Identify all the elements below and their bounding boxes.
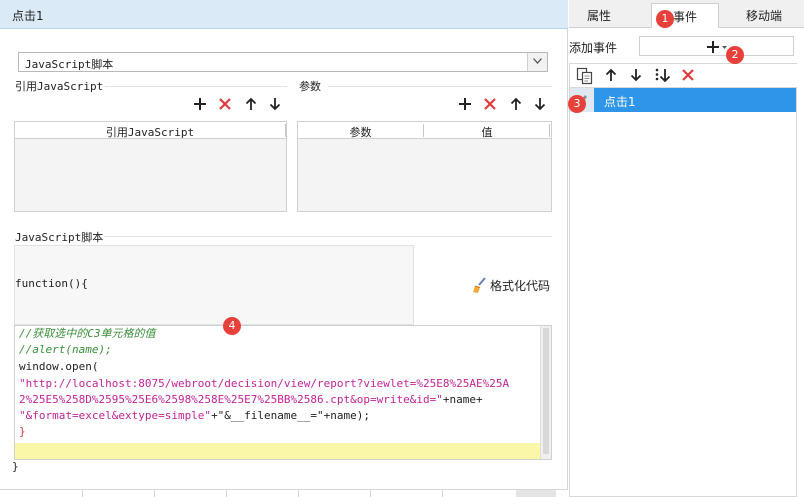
code-string: "&format=excel&extype=simple" (19, 409, 212, 422)
code-line: "&format=excel&extype=simple"+"&__filena… (19, 408, 370, 424)
script-type-select[interactable]: JavaScript脚本 (18, 52, 548, 72)
params-group-label: 参数 (299, 78, 325, 94)
move-down-icon[interactable] (628, 67, 646, 85)
strip-divider (226, 490, 227, 497)
code-editor[interactable]: //获取选中的C3单元格的值 //alert(name); window.ope… (14, 325, 552, 460)
callout-marker: 3 (568, 95, 586, 113)
callout-marker: 4 (223, 317, 241, 335)
param-value-column-header: 值 (481, 126, 493, 139)
ref-js-table[interactable]: 引用JavaScript (14, 121, 287, 212)
script-type-value: JavaScript脚本 (25, 58, 114, 71)
strip-divider (82, 490, 83, 497)
delete-icon[interactable] (217, 96, 235, 114)
strip-divider (298, 490, 299, 497)
delete-icon[interactable] (482, 96, 500, 114)
tab-mobile[interactable]: 移动端 (731, 3, 797, 28)
add-icon[interactable] (192, 96, 210, 114)
move-up-icon[interactable] (603, 67, 621, 85)
column-separator (549, 124, 550, 137)
code-text: +"&__filename__="+name); (211, 409, 371, 422)
param-name-column-header: 参数 (349, 126, 372, 139)
group-divider (105, 86, 287, 87)
add-icon[interactable] (457, 96, 475, 114)
format-code-label: 格式化代码 (490, 279, 551, 293)
code-text: +name+ (442, 393, 483, 406)
ref-js-table-header: 引用JavaScript (15, 122, 286, 139)
add-dropdown-icon (707, 41, 727, 53)
event-list[interactable]: 点击1 (569, 87, 797, 497)
strip-divider (442, 490, 443, 497)
add-event-button[interactable] (639, 36, 794, 56)
chevron-down-icon[interactable] (527, 53, 547, 71)
move-to-bottom-icon[interactable] (654, 67, 672, 85)
event-title: 点击1 (12, 9, 44, 23)
bottom-strip (0, 489, 568, 497)
strip-divider (370, 490, 371, 497)
right-panel: 属性 事件 移动端 添加事件 点击1 (569, 0, 804, 497)
move-up-icon[interactable] (243, 96, 261, 114)
strip-scroll-area[interactable] (516, 490, 556, 497)
params-table[interactable]: 参数 值 (297, 121, 552, 212)
code-editor-scrollbar[interactable] (540, 326, 551, 459)
ref-js-group-label: 引用JavaScript (15, 78, 108, 94)
function-footer: } (12, 460, 19, 473)
strip-divider (154, 490, 155, 497)
event-toolbar (569, 63, 797, 87)
delete-icon[interactable] (680, 67, 698, 85)
params-table-header: 参数 值 (298, 122, 551, 139)
scrollbar-thumb[interactable] (543, 328, 549, 454)
move-up-icon[interactable] (508, 96, 526, 114)
code-line: //获取选中的C3单元格的值 (19, 327, 156, 340)
right-panel-tabs: 属性 事件 移动端 (569, 0, 804, 28)
code-text: window.open( (19, 360, 99, 373)
event-editor-pane: 点击1 JavaScript脚本 引用JavaScript 引用JavaScri… (0, 0, 568, 497)
script-group-label: JavaScript脚本 (15, 229, 108, 245)
event-list-item-label: 点击1 (604, 95, 636, 109)
event-list-item[interactable]: 点击1 (570, 88, 796, 112)
code-line: //alert(name); (19, 343, 112, 356)
code-string: 2%25E5%258D%2595%25E6%2598%258E%25E7%25B… (19, 393, 443, 406)
ref-js-column-header: 引用JavaScript (105, 126, 195, 139)
code-line: } (19, 425, 26, 438)
code-line: 2%25E5%258D%2595%25E6%2598%258E%25E7%25B… (19, 392, 483, 408)
callout-marker: 1 (656, 10, 674, 28)
function-header: function(){ (15, 277, 88, 290)
callout-marker: 2 (726, 46, 744, 64)
group-divider (104, 236, 552, 237)
tab-properties[interactable]: 属性 (569, 3, 629, 28)
column-separator (285, 124, 286, 137)
add-event-label: 添加事件 (569, 41, 618, 55)
move-down-icon[interactable] (267, 96, 285, 114)
group-divider (328, 86, 552, 87)
event-title-bar: 点击1 (0, 0, 568, 29)
move-down-icon[interactable] (532, 96, 550, 114)
broom-icon (470, 276, 488, 297)
copy-icon[interactable] (576, 67, 594, 85)
current-line-highlight (15, 443, 540, 459)
code-line: window.open( (19, 359, 98, 375)
code-line: "http://localhost:8075/webroot/decision/… (19, 377, 510, 390)
